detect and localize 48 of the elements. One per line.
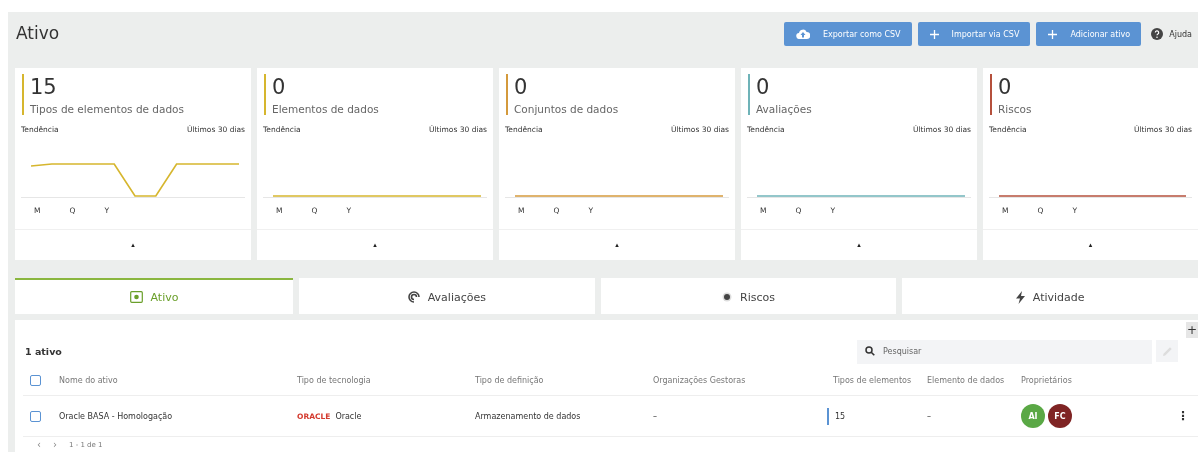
owner-avatar: AI <box>1021 404 1045 428</box>
column-header: Tipo de definição <box>475 375 545 385</box>
more-menu-button[interactable]: ⋮ <box>1168 409 1198 423</box>
metric-label: Elementos de dados <box>272 103 380 115</box>
swirl-icon <box>407 291 420 303</box>
column-header: Tipos de elementos <box>833 375 913 385</box>
metric-label: Conjuntos de dados <box>514 103 620 115</box>
metric-value: 0 <box>998 74 1013 100</box>
tab[interactable]: Riscos <box>600 278 897 314</box>
column-header: Nome do ativo <box>59 375 119 385</box>
table-cell-text: Armazenamento de dados <box>475 411 582 421</box>
help-link[interactable]: Ajuda <box>1169 29 1192 39</box>
owner-avatar: FC <box>1048 404 1072 428</box>
column-header: Elemento de dados <box>927 375 1006 385</box>
pencil-icon <box>1161 345 1173 357</box>
page-title: Ativo <box>16 23 60 43</box>
checkbox[interactable] <box>30 374 41 386</box>
table-cell-text: – <box>927 411 932 421</box>
next-page-button[interactable]: › <box>53 439 57 450</box>
result-count: 1 ativo <box>24 345 63 357</box>
table-cell-text: – <box>653 411 658 421</box>
column-header: Tipo de tecnologia <box>297 375 372 385</box>
tab[interactable]: Avaliações <box>299 278 595 314</box>
cloud-upload-icon <box>796 29 810 39</box>
metric-value: 15 <box>30 74 58 100</box>
table-cell: Oracle <box>335 411 362 421</box>
add-button[interactable]: + <box>1186 322 1198 338</box>
checkbox[interactable] <box>30 410 41 422</box>
metric-label: Riscos <box>998 103 1033 115</box>
column-header: Organizações Gestoras <box>653 375 747 385</box>
previous-page-button[interactable]: ‹ <box>37 439 41 450</box>
help-icon[interactable] <box>1151 28 1164 40</box>
column-header: Proprietários <box>1021 375 1073 385</box>
lightning-icon <box>1015 290 1025 304</box>
table-cell: 15 <box>827 407 927 425</box>
search-icon <box>865 346 875 356</box>
asset-icon <box>129 291 143 303</box>
dot-icon <box>722 292 733 302</box>
search-field[interactable]: Pesquisar <box>857 339 1152 364</box>
plus-icon <box>1048 29 1058 39</box>
metric-value: 0 <box>756 74 771 100</box>
metric-value: 0 <box>514 74 529 100</box>
metric-label: Avaliações <box>756 103 813 115</box>
metric-label: Tipos de elementos de dados <box>30 103 186 115</box>
table-cell-text: Oracle BASA - Homologação <box>59 411 174 421</box>
tab[interactable]: Atividade <box>902 278 1198 314</box>
metric-value: 0 <box>272 74 287 100</box>
plus-icon <box>929 29 939 39</box>
